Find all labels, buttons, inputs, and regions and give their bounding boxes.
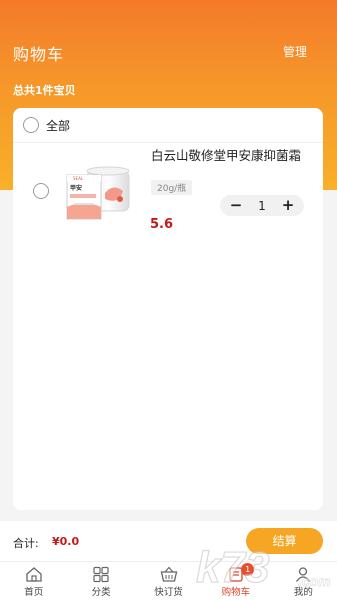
item-select-radio[interactable] <box>33 183 49 199</box>
svg-text:SEAL: SEAL <box>73 176 84 181</box>
cart-count-badge: 1 <box>241 563 255 576</box>
increase-button[interactable]: + <box>281 195 295 216</box>
tab-label: 快订货 <box>154 587 183 598</box>
product-price: 5.6 <box>150 217 174 232</box>
tab-label: 分类 <box>91 587 111 598</box>
select-all-row[interactable]: 全部 <box>23 116 70 134</box>
tab-label: 我的 <box>293 587 313 598</box>
product-image[interactable]: SEAL 甲安 <box>65 163 135 223</box>
page-title: 购物车 <box>13 45 65 64</box>
profile-icon <box>296 567 311 582</box>
cart-total-count: 总共1件宝贝 <box>13 84 76 97</box>
quantity-stepper: − 1 + <box>220 195 304 216</box>
checkout-bar: 合计: ¥0.0 结算 <box>0 521 337 561</box>
cart-card: 全部 SEAL 甲安 白云山敬修堂甲安康抑菌霜 20g/瓶 5.6 − 1 + <box>13 108 323 510</box>
tab-home[interactable]: 首页 <box>0 562 67 600</box>
tab-category[interactable]: 分类 <box>67 562 134 600</box>
select-all-radio[interactable] <box>23 117 39 133</box>
quantity-value[interactable]: 1 <box>258 199 266 213</box>
sum-value: ¥0.0 <box>52 535 80 548</box>
home-icon <box>26 567 42 582</box>
tab-cart[interactable]: 1 购物车 <box>202 562 269 600</box>
product-spec-badge: 20g/瓶 <box>151 180 193 195</box>
tab-profile[interactable]: 我的 <box>270 562 337 600</box>
grid-icon <box>93 566 109 583</box>
tab-label: 购物车 <box>221 587 251 598</box>
tab-quick-order[interactable]: 快订货 <box>135 562 202 600</box>
svg-text:甲安: 甲安 <box>70 184 82 192</box>
tab-label: 首页 <box>24 587 44 598</box>
manage-button[interactable]: 管理 <box>283 43 307 60</box>
decrease-button[interactable]: − <box>229 195 243 216</box>
bottom-tab-bar: 首页 分类 快订货 1 购物车 我的 <box>0 561 337 600</box>
checkout-button[interactable]: 结算 <box>246 528 323 554</box>
product-name[interactable]: 白云山敬修堂甲安康抑菌霜 <box>151 147 311 164</box>
divider <box>13 142 323 143</box>
sum-label: 合计: <box>13 537 39 550</box>
basket-icon <box>160 566 177 582</box>
select-all-label: 全部 <box>46 118 71 133</box>
